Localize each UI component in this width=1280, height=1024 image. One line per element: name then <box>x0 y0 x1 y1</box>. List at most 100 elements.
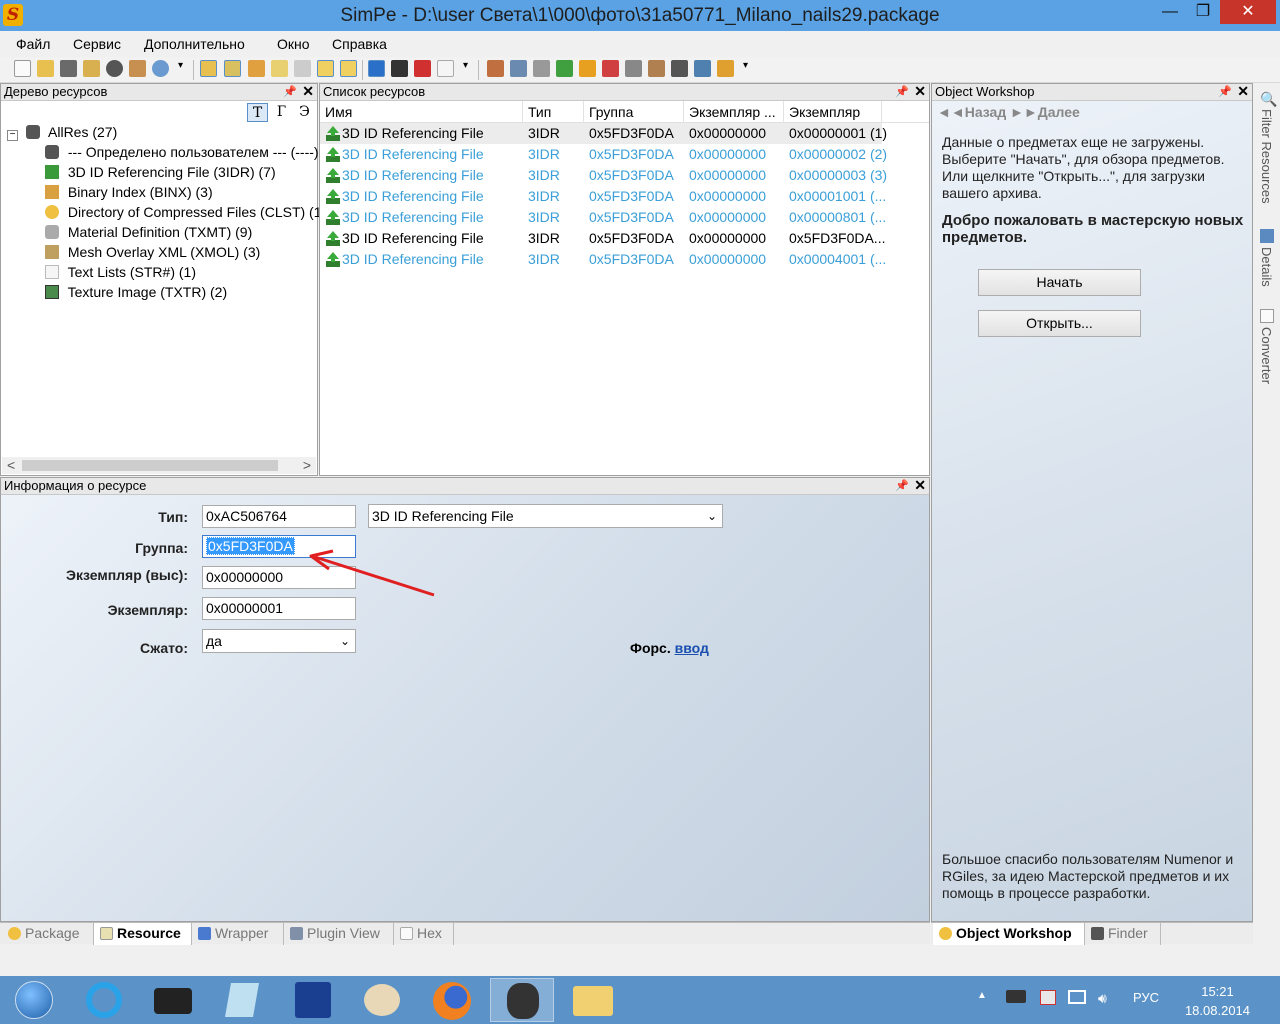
side-tab-filter[interactable]: Filter Resources <box>1259 109 1274 204</box>
close-icon[interactable]: ✕ <box>302 83 314 99</box>
tab-package[interactable]: Package <box>2 923 94 945</box>
save-as-icon[interactable] <box>83 60 100 77</box>
tree-item-user-defined[interactable]: --- Определено пользователем --- (----) <box>45 142 319 162</box>
delete-note-icon[interactable] <box>271 60 288 77</box>
tool-1-icon[interactable] <box>487 60 504 77</box>
collapse-icon[interactable]: − <box>7 130 18 141</box>
tab-hex[interactable]: Hex <box>394 923 454 945</box>
tab-plugin-view[interactable]: Plugin View <box>284 923 394 945</box>
network-icon[interactable] <box>1068 990 1086 1004</box>
sim-icon[interactable] <box>391 60 408 77</box>
tree-item-xmol[interactable]: Mesh Overlay XML (XMOL) (3) <box>45 242 260 262</box>
tree-instance-button[interactable]: Э <box>294 103 315 122</box>
list-row[interactable]: 3D ID Referencing File 3IDR 0x5FD3F0DA 0x00… <box>320 144 887 165</box>
list-row[interactable]: 3D ID Referencing File 3IDR 0x5FD3F0DA 0x00… <box>320 186 886 207</box>
tool-2-icon[interactable] <box>510 60 527 77</box>
tray-camera-icon[interactable] <box>1006 990 1026 1003</box>
back-button[interactable]: ◄◄Назад <box>937 104 1006 120</box>
clock[interactable]: 15:21 18.08.2014 <box>1180 982 1255 1020</box>
tab-object-workshop[interactable]: Object Workshop <box>933 923 1085 945</box>
taskbar-ie[interactable] <box>72 978 136 1022</box>
find-icon[interactable] <box>152 60 169 77</box>
tool-5-icon[interactable] <box>579 60 596 77</box>
tray-flag-icon[interactable] <box>1040 990 1056 1005</box>
taskbar-camera[interactable] <box>141 978 205 1022</box>
toolbar-overflow-icon[interactable]: ▾ <box>178 60 186 77</box>
tree-item-3idr[interactable]: 3D ID Referencing File (3IDR) (7) <box>45 162 276 182</box>
tree-item-str[interactable]: Text Lists (STR#) (1) <box>45 262 196 282</box>
volume-icon[interactable]: 🔊︎ <box>1098 990 1107 1007</box>
language-indicator[interactable]: РУС <box>1133 990 1159 1005</box>
tree-item-txtr[interactable]: Texture Image (TXTR) (2) <box>45 282 227 302</box>
notes-icon[interactable] <box>317 60 334 77</box>
type-select[interactable]: 3D ID Referencing File ⌄ <box>368 504 723 528</box>
tool-3-icon[interactable] <box>533 60 550 77</box>
taskbar-paint[interactable] <box>350 978 414 1022</box>
scroll-right-icon[interactable]: > <box>303 457 311 473</box>
pin-icon[interactable]: 📌 <box>1218 84 1232 100</box>
tool-8-icon[interactable] <box>648 60 665 77</box>
tree-item-clst[interactable]: Directory of Compressed Files (CLST) (1) <box>45 202 326 222</box>
cross-icon[interactable] <box>414 60 431 77</box>
tab-wrapper[interactable]: Wrapper <box>192 923 284 945</box>
tree-item-allres[interactable]: − AllRes (27) <box>7 122 117 142</box>
force-enter-link[interactable]: ввод <box>675 640 709 656</box>
column-name[interactable]: Имя <box>320 101 523 123</box>
users-icon[interactable] <box>129 60 146 77</box>
taskbar-simpe[interactable] <box>490 978 554 1022</box>
taskbar-notepad[interactable] <box>210 978 274 1022</box>
start-button[interactable]: Начать <box>978 269 1141 296</box>
scroll-left-icon[interactable]: < <box>7 457 15 473</box>
notes-alt-icon[interactable] <box>340 60 357 77</box>
close-icon[interactable]: ✕ <box>914 477 926 493</box>
list-toggle-icon[interactable] <box>224 60 241 77</box>
tree-type-button[interactable]: T <box>247 103 268 122</box>
menu-file[interactable]: Файл <box>16 36 50 52</box>
start-button[interactable] <box>3 978 67 1022</box>
plugin-icon[interactable] <box>248 60 265 77</box>
compressed-select[interactable]: да ⌄ <box>202 629 356 653</box>
taskbar-firefox[interactable] <box>420 978 484 1022</box>
side-tab-converter[interactable]: Converter <box>1259 327 1274 384</box>
instance-field[interactable]: 0x00000001 <box>202 597 356 620</box>
menu-help[interactable]: Справка <box>332 36 387 52</box>
list-row[interactable]: 3D ID Referencing File 3IDR 0x5FD3F0DA 0x00… <box>320 228 885 249</box>
minimize-button[interactable]: — <box>1155 0 1185 24</box>
close-icon[interactable]: ✕ <box>914 83 926 99</box>
pin-icon[interactable]: 📌 <box>895 84 909 100</box>
toolbar-overflow-icon[interactable]: ▾ <box>743 60 751 77</box>
new-file-icon[interactable] <box>14 60 31 77</box>
column-instance[interactable]: Экземпляр <box>784 101 882 123</box>
close-file-icon[interactable] <box>106 60 123 77</box>
column-instance-hi[interactable]: Экземпляр ... <box>684 101 784 123</box>
tray-overflow-icon[interactable]: ▲ <box>977 990 987 1001</box>
menu-extra[interactable]: Дополнительно <box>144 36 245 52</box>
tree-item-txmt[interactable]: Material Definition (TXMT) (9) <box>45 222 252 242</box>
scrollbar-thumb[interactable] <box>22 460 278 471</box>
taskbar-explorer[interactable] <box>561 978 625 1022</box>
forward-button[interactable]: ►►Далее <box>1010 104 1080 120</box>
toolbar-overflow-icon[interactable]: ▾ <box>463 60 471 77</box>
pin-icon[interactable]: 📌 <box>283 84 297 100</box>
tree-toggle-icon[interactable] <box>200 60 217 77</box>
comment-icon[interactable] <box>294 60 311 77</box>
pin-icon[interactable]: 📌 <box>895 478 909 494</box>
list-row[interactable]: 3D ID Referencing File 3IDR 0x5FD3F0DA 0x00… <box>320 249 886 270</box>
tool-10-icon[interactable] <box>694 60 711 77</box>
tool-11-icon[interactable] <box>717 60 734 77</box>
column-type[interactable]: Тип <box>523 101 584 123</box>
close-button[interactable]: ✕ <box>1220 0 1276 24</box>
type-field[interactable]: 0xAC506764 <box>202 505 356 528</box>
tree-group-button[interactable]: Г <box>271 103 292 122</box>
open-button[interactable]: Открыть... <box>978 310 1141 337</box>
menu-service[interactable]: Сервис <box>73 36 121 52</box>
maximize-button[interactable]: ❐ <box>1188 0 1218 24</box>
tool-6-icon[interactable] <box>602 60 619 77</box>
tab-resource[interactable]: Resource <box>94 923 192 945</box>
scissors-icon[interactable] <box>625 60 642 77</box>
tree-item-binx[interactable]: Binary Index (BINX) (3) <box>45 182 213 202</box>
menu-window[interactable]: Окно <box>277 36 310 52</box>
open-folder-icon[interactable] <box>37 60 54 77</box>
tree-horizontal-scrollbar[interactable]: < > <box>2 457 316 474</box>
side-tab-details[interactable]: Details <box>1259 247 1274 287</box>
